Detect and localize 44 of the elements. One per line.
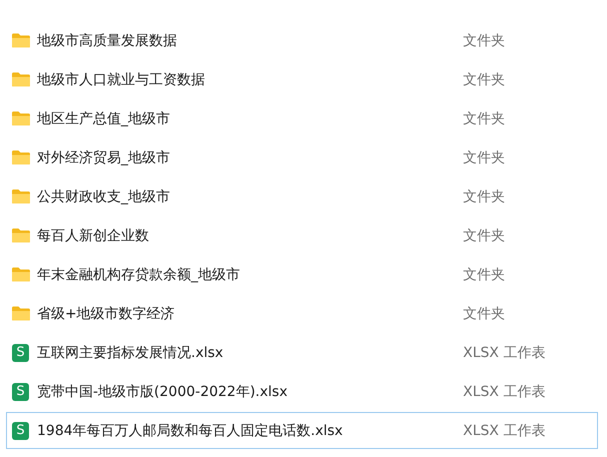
file-name: 省级+地级市数字经济	[37, 304, 176, 322]
file-name: 公共财政收支_地级市	[37, 188, 171, 206]
folder-icon	[11, 110, 31, 127]
file-row[interactable]: 地级市人口就业与工资数据 文件夹	[6, 61, 598, 98]
file-name: 互联网主要指标发展情况.xlsx	[37, 344, 224, 362]
file-name: 地区生产总值_地级市	[37, 110, 171, 128]
file-type: XLSX 工作表	[463, 422, 546, 440]
file-name: 对外经济贸易_地级市	[37, 148, 171, 166]
file-row[interactable]: 省级+地级市数字经济 文件夹	[6, 295, 598, 332]
spreadsheet-icon: S	[12, 344, 29, 362]
file-row[interactable]: S 宽带中国-地级市版(2000-2022年).xlsx XLSX 工作表	[6, 373, 598, 410]
folder-icon	[11, 227, 31, 244]
folder-icon	[11, 305, 31, 322]
folder-icon	[11, 266, 31, 283]
spreadsheet-icon: S	[12, 422, 29, 440]
file-type: 文件夹	[463, 148, 505, 166]
file-row[interactable]: 公共财政收支_地级市 文件夹	[6, 178, 598, 215]
folder-icon	[11, 149, 31, 166]
file-type: 文件夹	[463, 70, 505, 88]
folder-icon	[11, 71, 31, 88]
file-type: 文件夹	[463, 266, 505, 284]
file-row[interactable]: 地区生产总值_地级市 文件夹	[6, 100, 598, 137]
file-type: 文件夹	[463, 110, 505, 128]
file-row[interactable]: 每百人新创企业数 文件夹	[6, 217, 598, 254]
file-name: 年末金融机构存贷款余额_地级市	[37, 266, 241, 284]
file-type: 文件夹	[463, 226, 505, 244]
file-name: 地级市人口就业与工资数据	[37, 70, 206, 88]
file-name: 1984年每百万人邮局数和每百人固定电话数.xlsx	[37, 422, 344, 440]
file-name: 宽带中国-地级市版(2000-2022年).xlsx	[37, 382, 288, 400]
file-name: 每百人新创企业数	[37, 226, 150, 244]
file-type: 文件夹	[463, 304, 505, 322]
file-row[interactable]: 年末金融机构存贷款余额_地级市 文件夹	[6, 256, 598, 293]
file-type: 文件夹	[463, 32, 505, 50]
folder-icon	[11, 188, 31, 205]
file-row[interactable]: 地级市高质量发展数据 文件夹	[6, 22, 598, 59]
file-type: XLSX 工作表	[463, 344, 546, 362]
file-row[interactable]: S 1984年每百万人邮局数和每百人固定电话数.xlsx XLSX 工作表	[6, 412, 598, 449]
file-name: 地级市高质量发展数据	[37, 32, 178, 50]
spreadsheet-icon: S	[12, 382, 29, 400]
file-row[interactable]: S 互联网主要指标发展情况.xlsx XLSX 工作表	[6, 334, 598, 371]
folder-icon	[11, 32, 31, 49]
file-type: 文件夹	[463, 188, 505, 206]
file-type: XLSX 工作表	[463, 382, 546, 400]
file-row[interactable]: 对外经济贸易_地级市 文件夹	[6, 139, 598, 176]
